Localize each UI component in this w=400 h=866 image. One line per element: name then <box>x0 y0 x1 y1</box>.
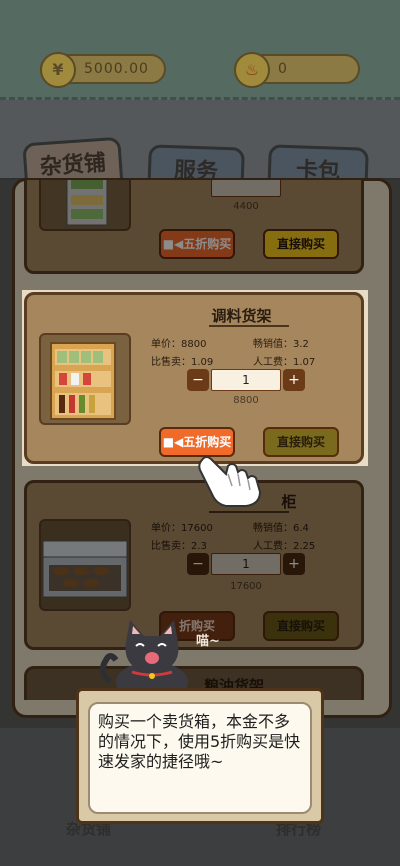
tutorial-hand-icon <box>196 452 264 508</box>
card-title: 柜 <box>281 493 297 511</box>
quantity-field[interactable]: 1 <box>211 553 281 575</box>
shop-card: 4400 ■◀五折购买 直接购买 <box>24 180 364 274</box>
title-underline <box>209 325 289 327</box>
quantity-stepper[interactable] <box>187 180 305 197</box>
half-price-label: 五折购买 <box>183 435 232 449</box>
direct-buy-label: 直接购买 <box>276 237 325 251</box>
half-price-label: 五折购买 <box>183 237 232 251</box>
minus-button[interactable]: − <box>187 553 209 575</box>
stat-labor: 人工费：1.07 <box>253 357 316 368</box>
direct-buy-button[interactable]: 直接购买 <box>263 611 339 641</box>
shelf-drinks-image <box>39 180 131 231</box>
card-price: 17600 <box>230 581 262 592</box>
quantity-field[interactable]: 1 <box>211 369 281 391</box>
stat-price: 单价：8800 <box>151 339 207 350</box>
cat-speech: 喵~ <box>196 634 220 649</box>
fire-icon: ♨ <box>234 52 270 88</box>
stat-sell-ratio: 比售卖：1.09 <box>151 357 214 368</box>
direct-buy-label: 直接购买 <box>276 619 325 633</box>
video-icon: ■◀ <box>162 237 184 251</box>
display-cabinet-image <box>39 519 131 611</box>
quantity-field[interactable] <box>211 180 281 197</box>
stat-popularity: 畅销值：3.2 <box>253 339 309 350</box>
title-underline <box>209 511 289 513</box>
direct-buy-button[interactable]: 直接购买 <box>263 229 339 259</box>
plus-button[interactable]: + <box>283 369 305 391</box>
quantity-stepper[interactable]: − 1 + <box>187 369 305 391</box>
quantity-stepper[interactable]: − 1 + <box>187 553 305 575</box>
tutorial-dialog-text: 购买一个卖货箱，本金不多的情况下，使用5折购买是快速发家的捷径哦~ <box>88 702 312 814</box>
minus-button[interactable]: − <box>187 369 209 391</box>
fire-counter: ♨ 0 <box>234 52 360 88</box>
coin-value: 5000.00 <box>84 61 149 77</box>
half-price-buy-button[interactable]: ■◀五折购买 <box>159 229 235 259</box>
stat-price: 单价：17600 <box>151 523 213 534</box>
card-price: 8800 <box>233 395 259 406</box>
coin-icon: ¥ <box>40 52 76 88</box>
stat-labor: 人工费：2.25 <box>253 541 316 552</box>
seasoning-shelf-image <box>39 333 131 425</box>
card-price: 4400 <box>233 201 259 212</box>
shop-list[interactable]: 4400 ■◀五折购买 直接购买 调料货架 单价：8800 畅销值：3.2 比售… <box>24 180 376 700</box>
stat-popularity: 畅销值：6.4 <box>253 523 309 534</box>
top-status-bar: ¥ 5000.00 ♨ 0 <box>0 0 400 100</box>
direct-buy-button[interactable]: 直接购买 <box>263 427 339 457</box>
video-icon: ■◀ <box>162 435 184 449</box>
coin-counter: ¥ 5000.00 <box>40 52 166 88</box>
stat-sell-ratio: 比售卖：2.3 <box>151 541 207 552</box>
fire-value: 0 <box>278 61 288 77</box>
shop-card-seasoning-shelf: 调料货架 单价：8800 畅销值：3.2 比售卖：1.09 人工费：1.07 −… <box>24 292 364 464</box>
card-title: 调料货架 <box>211 307 272 325</box>
plus-button[interactable]: + <box>283 553 305 575</box>
tab-grocery-label: 杂货铺 <box>39 150 107 181</box>
direct-buy-label: 直接购买 <box>276 435 325 449</box>
